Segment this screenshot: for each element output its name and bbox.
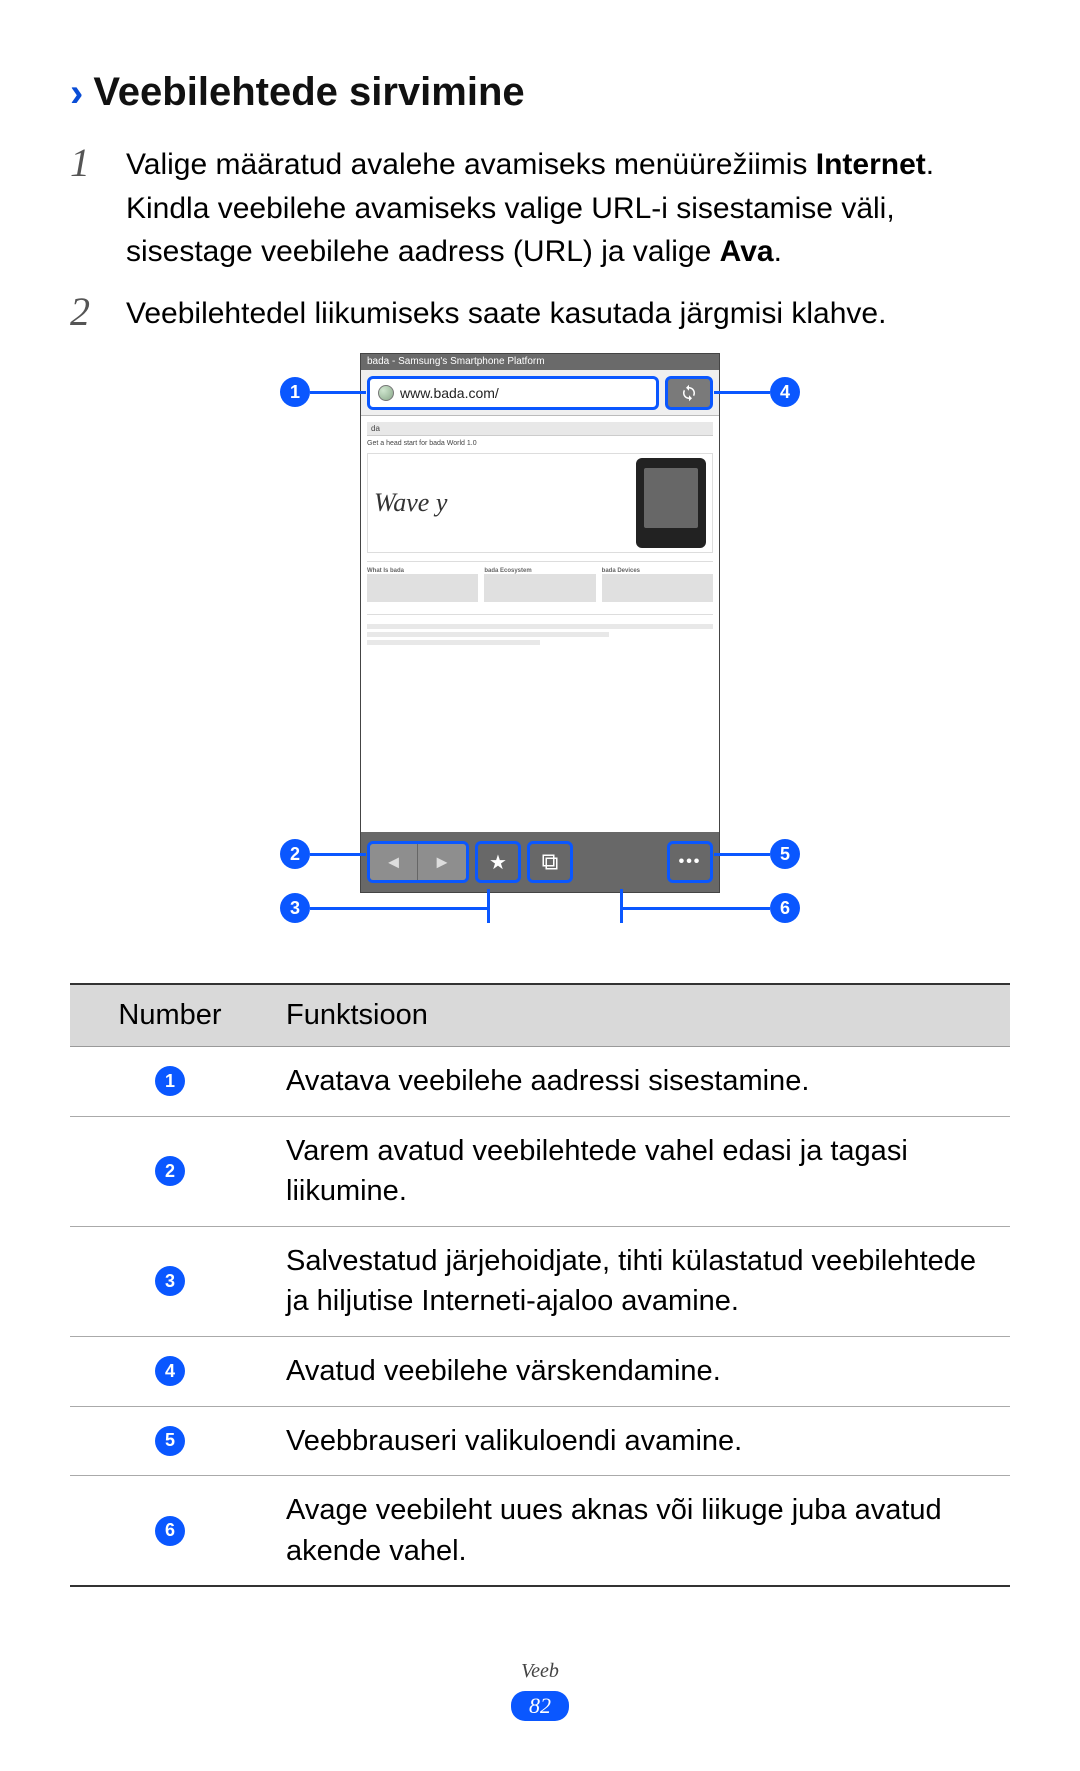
table-row: 4 Avatud veebilehe värskendamine.: [70, 1337, 1010, 1407]
chevron-right-icon: ›: [70, 73, 83, 113]
instruction-step: 1Valige määratud avalehe avamiseks menüü…: [70, 143, 1010, 274]
page-footer: Veeb 82: [0, 1660, 1080, 1721]
callout-badge-1: 1: [280, 377, 310, 407]
row-badge: 1: [155, 1066, 185, 1096]
callout-6: 6: [620, 893, 800, 923]
nav-buttons-group: ◄ ►: [367, 841, 469, 883]
th-function: Funktsioon: [270, 985, 444, 1046]
back-button[interactable]: ◄: [370, 844, 418, 880]
td-function: Avatud veebilehe värskendamine.: [270, 1337, 1010, 1406]
row-badge: 4: [155, 1356, 185, 1386]
table-row: 2 Varem avatud veebilehtede vahel edasi j…: [70, 1117, 1010, 1227]
row-badge: 5: [155, 1426, 185, 1456]
td-function: Salvestatud järjehoidjate, tihti külasta…: [270, 1227, 1010, 1336]
callout-badge-6: 6: [770, 893, 800, 923]
forward-button[interactable]: ►: [418, 844, 466, 880]
url-field[interactable]: www.bada.com/: [367, 376, 659, 410]
callout-3: 3: [280, 893, 490, 923]
globe-icon: [378, 385, 394, 401]
th-number: Number: [70, 985, 270, 1046]
footer-section-label: Veeb: [521, 1660, 559, 1683]
callout-badge-4: 4: [770, 377, 800, 407]
annotated-screenshot: bada - Samsung's Smartphone Platform www…: [220, 353, 860, 953]
td-number: 5: [70, 1407, 270, 1476]
page-number: 82: [511, 1691, 569, 1721]
bookmarks-button[interactable]: ★: [475, 841, 521, 883]
callout-1: 1: [280, 377, 366, 407]
td-number: 1: [70, 1047, 270, 1116]
refresh-icon: [680, 384, 698, 402]
row-badge: 2: [155, 1156, 185, 1186]
callout-2: 2: [280, 839, 366, 869]
webpage-content: da Get a head start for bada World 1.0 W…: [361, 416, 719, 786]
tagline: Get a head start for bada World 1.0: [367, 440, 713, 447]
step-text: Valige määratud avalehe avamiseks menüür…: [126, 143, 1010, 274]
phone-screenshot: bada - Samsung's Smartphone Platform www…: [360, 353, 720, 893]
windows-icon: [541, 853, 559, 871]
url-text: www.bada.com/: [400, 385, 499, 401]
phone-mockup-icon: [636, 458, 706, 548]
row-badge: 6: [155, 1516, 185, 1546]
browser-toolbar: ◄ ► ★ •••: [361, 832, 719, 892]
windows-button[interactable]: [527, 841, 573, 883]
td-function: Veebbrauseri valikuloendi avamine.: [270, 1407, 1010, 1476]
callout-table: Number Funktsioon 1 Avatava veebilehe aad…: [70, 983, 1010, 1587]
instruction-step: 2 Veebilehtedel liikumiseks saate kasutad…: [70, 292, 1010, 336]
row-badge: 3: [155, 1266, 185, 1296]
td-function: Avatava veebilehe aadressi sisestamine.: [270, 1047, 1010, 1116]
table-row: 6 Avage veebileht uues aknas või liikuge …: [70, 1476, 1010, 1587]
callout-4: 4: [714, 377, 800, 407]
table-header: Number Funktsioon: [70, 983, 1010, 1047]
td-number: 2: [70, 1117, 270, 1226]
figure-container: bada - Samsung's Smartphone Platform www…: [70, 353, 1010, 953]
td-function: Varem avatud veebilehtede vahel edasi ja…: [270, 1117, 1010, 1226]
site-tab: da: [371, 424, 380, 433]
heading-text: Veebilehtede sirvimine: [93, 70, 524, 115]
table-row: 3 Salvestatud järjehoidjate, tihti külast…: [70, 1227, 1010, 1337]
callout-badge-5: 5: [770, 839, 800, 869]
callout-5: 5: [714, 839, 800, 869]
refresh-button[interactable]: [665, 376, 713, 410]
browser-titlebar: bada - Samsung's Smartphone Platform: [361, 354, 719, 370]
step-number: 2: [70, 292, 106, 336]
section-heading: › Veebilehtede sirvimine: [70, 70, 1010, 115]
url-row: www.bada.com/: [361, 370, 719, 416]
callout-badge-3: 3: [280, 893, 310, 923]
more-options-button[interactable]: •••: [667, 841, 713, 883]
step-number: 1: [70, 143, 106, 274]
table-row: 5 Veebbrauseri valikuloendi avamine.: [70, 1407, 1010, 1477]
table-row: 1 Avatava veebilehe aadressi sisestamine.: [70, 1047, 1010, 1117]
step-text: Veebilehtedel liikumiseks saate kasutada…: [126, 292, 886, 336]
callout-badge-2: 2: [280, 839, 310, 869]
td-number: 6: [70, 1476, 270, 1585]
td-number: 4: [70, 1337, 270, 1406]
td-function: Avage veebileht uues aknas või liikuge j…: [270, 1476, 1010, 1585]
td-number: 3: [70, 1227, 270, 1336]
wave-logo: Wave y: [374, 488, 447, 518]
